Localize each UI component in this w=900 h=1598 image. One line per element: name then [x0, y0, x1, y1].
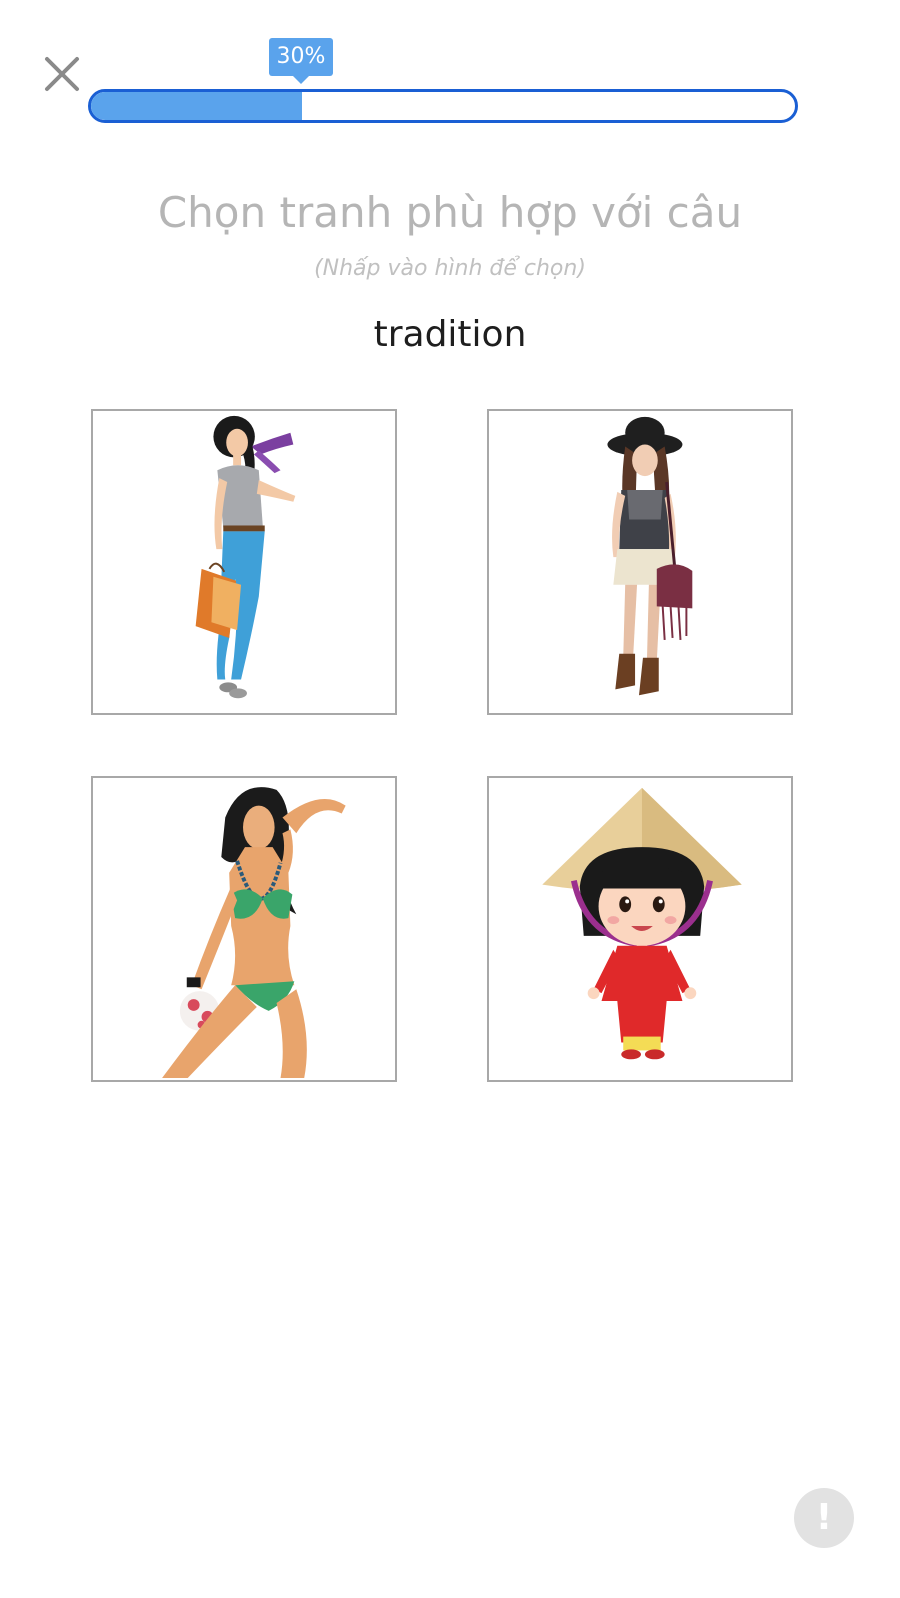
option-card-2[interactable]	[487, 409, 793, 715]
progress-bar: 30%	[88, 38, 798, 123]
shopping-woman-illustration	[195, 415, 296, 699]
target-word: tradition	[373, 314, 527, 355]
close-button[interactable]	[40, 52, 84, 96]
progress-fill	[91, 92, 303, 120]
option-card-1[interactable]	[91, 409, 397, 715]
progress-track	[88, 89, 798, 123]
option-card-4[interactable]	[487, 776, 793, 1082]
report-button[interactable]: !	[794, 1488, 854, 1548]
boho-woman-illustration	[607, 416, 693, 696]
bikini-woman-illustration	[162, 787, 346, 1079]
instruction-title: Chọn tranh phù hợp với câu	[157, 188, 743, 237]
option-card-3[interactable]	[91, 776, 397, 1082]
progress-label: 30%	[268, 38, 334, 84]
exclamation-icon: !	[815, 1497, 833, 1538]
vietnamese-ao-dai-girl-illustration	[542, 787, 742, 1060]
instruction-hint: (Nhấp vào hình để chọn)	[314, 256, 586, 281]
close-icon	[45, 57, 79, 91]
